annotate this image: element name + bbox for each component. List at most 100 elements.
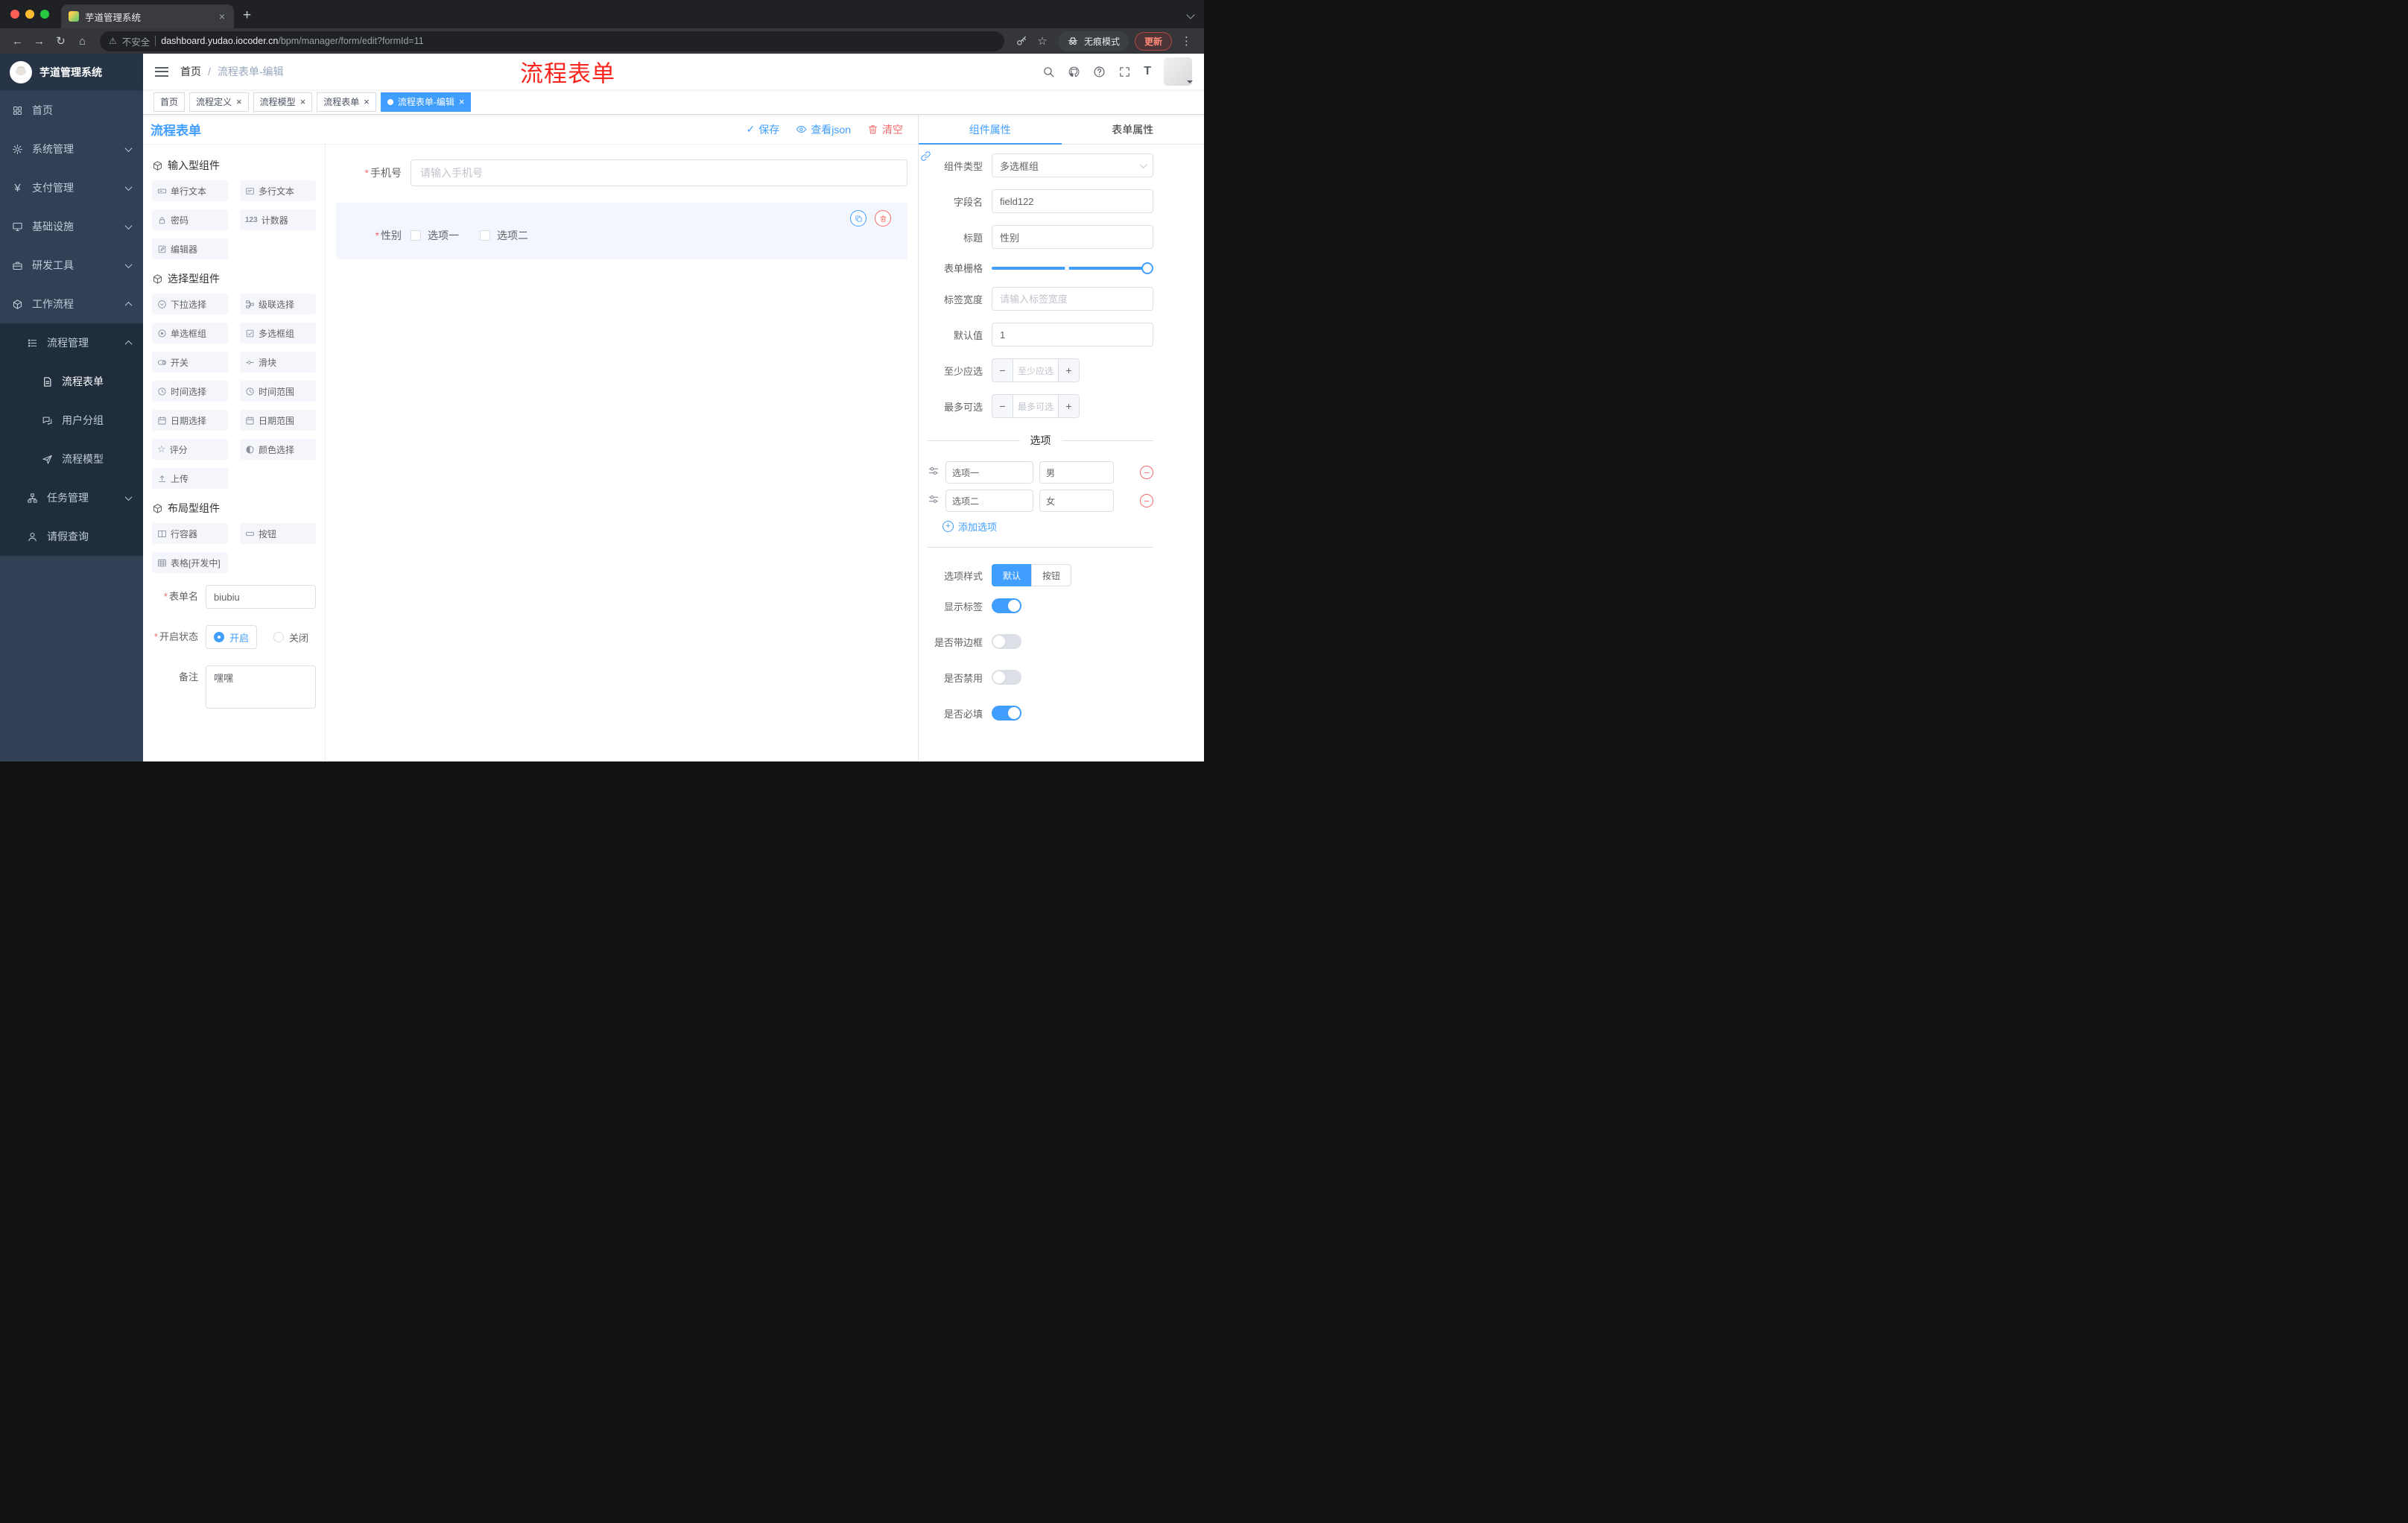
tag-close-icon[interactable]: × [236, 97, 242, 107]
help-icon[interactable] [1093, 66, 1106, 78]
tag-process-form[interactable]: 流程表单 × [317, 92, 376, 112]
palette-item-color-picker[interactable]: 颜色选择 [240, 439, 316, 460]
minimize-window-button[interactable] [25, 10, 34, 19]
tag-close-icon[interactable]: × [459, 97, 465, 107]
sidebar-item-home[interactable]: 首页 [0, 91, 143, 130]
palette-item-time-picker[interactable]: 时间选择 [152, 381, 228, 402]
option-1-label-input[interactable] [945, 461, 1033, 484]
palette-item-select[interactable]: 下拉选择 [152, 294, 228, 314]
palette-item-editor[interactable]: 编辑器 [152, 238, 228, 259]
canvas-field-gender-selected[interactable]: * 性别 选项一 选项二 [336, 203, 907, 259]
palette-item-radio-group[interactable]: 单选框组 [152, 323, 228, 343]
checkbox[interactable] [411, 230, 421, 241]
add-option-button[interactable]: + 添加选项 [942, 519, 1153, 533]
palette-item-password[interactable]: 密码 [152, 209, 228, 230]
status-radio-off[interactable]: 关闭 [273, 630, 308, 645]
palette-item-cascader[interactable]: 级联选择 [240, 294, 316, 314]
tab-form-props[interactable]: 表单属性 [1062, 115, 1205, 144]
remove-option-button[interactable]: − [1140, 494, 1153, 507]
remove-option-button[interactable]: − [1140, 466, 1153, 479]
drag-handle-icon[interactable] [928, 493, 940, 509]
tab-close-icon[interactable]: × [218, 10, 226, 22]
option-2-label-input[interactable] [945, 490, 1033, 512]
tag-close-icon[interactable]: × [300, 97, 306, 107]
checkbox[interactable] [480, 230, 490, 241]
tag-process-form-edit[interactable]: 流程表单-编辑 × [380, 92, 472, 112]
address-bar[interactable]: ⚠ 不安全 dashboard.yudao.iocoder.cn/bpm/man… [100, 31, 1004, 51]
label-width-input[interactable] [992, 287, 1153, 311]
with-border-switch[interactable] [992, 634, 1021, 649]
grid-slider[interactable] [992, 262, 1153, 274]
gender-option-2[interactable]: 选项二 [480, 228, 528, 243]
canvas-field-phone[interactable]: * 手机号 [336, 159, 907, 186]
tag-close-icon[interactable]: × [364, 97, 370, 107]
incognito-badge[interactable]: 无痕模式 [1057, 31, 1129, 51]
style-default-button[interactable]: 默认 [992, 564, 1032, 586]
palette-item-single-text[interactable]: 单行文本 [152, 180, 228, 201]
forward-button[interactable]: → [29, 31, 49, 51]
show-label-switch[interactable] [992, 598, 1021, 613]
tag-process-model[interactable]: 流程模型 × [253, 92, 313, 112]
palette-item-upload[interactable]: 上传 [152, 468, 228, 489]
tab-search-caret-icon[interactable] [1186, 10, 1195, 19]
decrease-button[interactable]: − [992, 395, 1013, 417]
zoom-window-button[interactable] [40, 10, 49, 19]
palette-item-table[interactable]: 表格[开发中] [152, 552, 228, 573]
reload-button[interactable]: ↻ [51, 31, 71, 51]
tab-component-props[interactable]: 组件属性 [919, 115, 1062, 145]
form-remark-textarea[interactable]: 嘿嘿 [206, 665, 316, 709]
sidebar-item-leave-query[interactable]: 请假查询 [0, 517, 143, 556]
palette-item-button[interactable]: 按钮 [240, 523, 316, 544]
palette-item-date-picker[interactable]: 日期选择 [152, 410, 228, 431]
gender-option-1[interactable]: 选项一 [411, 228, 459, 243]
max-select-value[interactable]: 最多可选 [1013, 395, 1058, 417]
sidebar-item-user-groups[interactable]: 用户分组 [0, 401, 143, 440]
status-radio-on[interactable]: 开启 [206, 625, 258, 649]
sidebar-item-process-mgmt[interactable]: 流程管理 [0, 323, 143, 362]
default-value-input[interactable] [992, 323, 1153, 346]
decrease-button[interactable]: − [992, 359, 1013, 381]
palette-item-counter[interactable]: 123 计数器 [240, 209, 316, 230]
min-select-value[interactable]: 至少应选 [1013, 359, 1058, 381]
hamburger-icon[interactable] [155, 66, 168, 77]
github-icon[interactable] [1068, 66, 1080, 78]
palette-item-rate[interactable]: ☆ 评分 [152, 439, 228, 460]
field-name-input[interactable] [992, 189, 1153, 213]
delete-field-button[interactable] [875, 210, 891, 227]
palette-item-slider[interactable]: 滑块 [240, 352, 316, 373]
search-icon[interactable] [1042, 66, 1055, 78]
sidebar-item-task-mgmt[interactable]: 任务管理 [0, 478, 143, 517]
view-json-button[interactable]: 查看json [796, 122, 851, 137]
font-size-icon[interactable]: T [1144, 65, 1151, 78]
palette-item-date-range[interactable]: 日期范围 [240, 410, 316, 431]
back-button[interactable]: ← [7, 31, 28, 51]
sidebar-item-process-model[interactable]: 流程模型 [0, 440, 143, 478]
save-button[interactable]: ✓ 保存 [747, 122, 780, 137]
browser-update-button[interactable]: 更新 [1134, 31, 1172, 51]
style-button-button[interactable]: 按钮 [1031, 564, 1072, 586]
sidebar-item-system[interactable]: 系统管理 [0, 130, 143, 168]
drag-handle-icon[interactable] [928, 465, 940, 481]
option-1-value-input[interactable] [1039, 461, 1114, 484]
form-name-input[interactable] [206, 585, 316, 609]
required-switch[interactable] [992, 706, 1021, 721]
copy-field-button[interactable] [850, 210, 866, 227]
phone-input[interactable] [411, 159, 907, 186]
browser-menu-button[interactable]: ⋮ [1176, 34, 1197, 48]
sidebar-item-infra[interactable]: 基础设施 [0, 207, 143, 246]
palette-item-multi-text[interactable]: 多行文本 [240, 180, 316, 201]
form-canvas[interactable]: *手机号 *性别 选项一 [326, 145, 918, 762]
sidebar-logo[interactable]: 芋道管理系统 [0, 54, 143, 91]
avatar[interactable] [1164, 57, 1193, 86]
sidebar-item-devtools[interactable]: 研发工具 [0, 246, 143, 285]
bookmark-star-icon[interactable]: ☆ [1033, 31, 1052, 51]
component-type-select[interactable]: 多选框组 [992, 153, 1153, 177]
disabled-switch[interactable] [992, 670, 1021, 685]
clear-button[interactable]: 清空 [867, 122, 903, 137]
sidebar-item-process-form[interactable]: 流程表单 [0, 362, 143, 401]
option-2-value-input[interactable] [1039, 490, 1114, 512]
palette-item-row-container[interactable]: 行容器 [152, 523, 228, 544]
breadcrumb-home[interactable]: 首页 [180, 64, 201, 79]
sidebar-item-workflow[interactable]: 工作流程 [0, 285, 143, 323]
sidebar-item-payment[interactable]: ¥ 支付管理 [0, 168, 143, 207]
